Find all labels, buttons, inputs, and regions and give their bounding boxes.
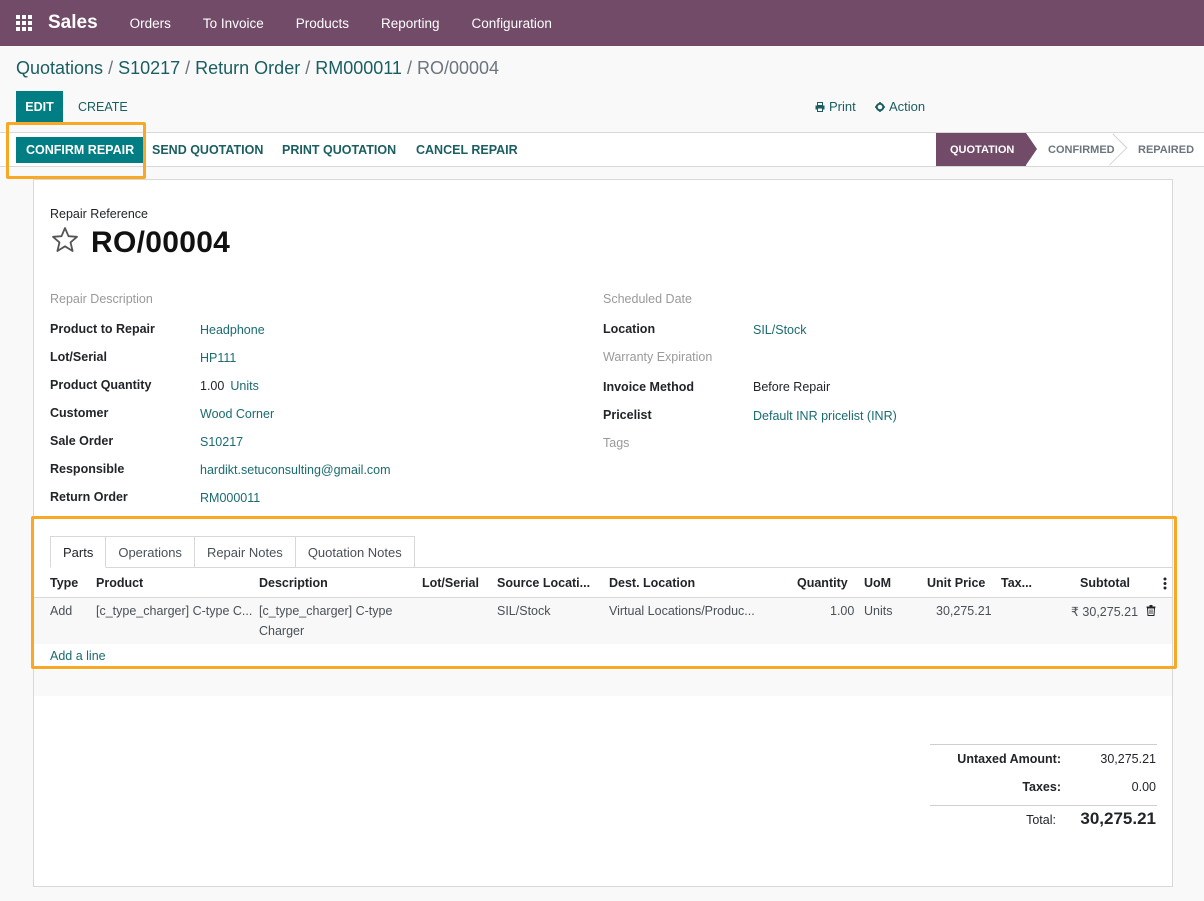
create-button[interactable]: CREATE [70, 91, 136, 122]
totals-divider-top [930, 744, 1157, 745]
apps-grid-icon[interactable] [0, 0, 48, 46]
printer-icon [815, 101, 825, 112]
stage-pipeline: QUOTATION CONFIRMED REPAIRED [936, 133, 1204, 166]
pricelist-label: Pricelist [603, 408, 652, 422]
menu-reporting[interactable]: Reporting [365, 16, 456, 31]
edit-button[interactable]: EDIT [16, 91, 63, 122]
app-name[interactable]: Sales [48, 12, 98, 34]
lot-serial-label: Lot/Serial [50, 350, 107, 364]
location-link[interactable]: SIL/Stock [753, 323, 807, 337]
status-bar: CONFIRM REPAIR SEND QUOTATION PRINT QUOT… [0, 132, 1204, 167]
product-quantity-value: 1.00 [200, 379, 225, 393]
highlight-box-parts [31, 516, 1177, 669]
total-value: 30,275.21 [1080, 809, 1156, 828]
product-to-repair-label: Product to Repair [50, 322, 155, 336]
breadcrumb-separator: / [185, 58, 191, 78]
menu-orders[interactable]: Orders [114, 16, 187, 31]
scheduled-date-label: Scheduled Date [603, 292, 692, 306]
sale-order-link[interactable]: S10217 [200, 435, 243, 449]
list-footer [34, 670, 1172, 696]
action-menu[interactable]: Action [875, 99, 925, 114]
highlight-box-confirm [6, 122, 146, 179]
breadcrumb-return-order[interactable]: Return Order [195, 58, 300, 79]
breadcrumb-separator: / [406, 58, 412, 78]
breadcrumb-current: RO/00004 [416, 58, 500, 78]
breadcrumb-quotations[interactable]: Quotations [16, 58, 103, 79]
location-label: Location [603, 322, 656, 336]
taxes-label: Taxes: [1022, 780, 1061, 794]
responsible-label: Responsible [50, 462, 125, 476]
gear-icon [875, 101, 885, 112]
breadcrumb-sale-order[interactable]: S10217 [118, 58, 180, 79]
untaxed-amount-value: 30,275.21 [1100, 752, 1156, 766]
breadcrumb: Quotations / S10217 / Return Order / RM0… [16, 58, 499, 79]
send-quotation-button[interactable]: SEND QUOTATION [152, 133, 263, 166]
print-menu[interactable]: Print [815, 99, 856, 114]
stage-quotation: QUOTATION [936, 133, 1037, 166]
customer-label: Customer [50, 406, 109, 420]
product-quantity-label: Product Quantity [50, 378, 152, 392]
repair-reference-title: RO/00004 [91, 226, 231, 259]
menu-configuration[interactable]: Configuration [456, 16, 568, 31]
cancel-repair-button[interactable]: CANCEL REPAIR [416, 133, 518, 166]
invoice-method-label: Invoice Method [603, 380, 694, 394]
sale-order-label: Sale Order [50, 434, 114, 448]
action-label: Action [889, 99, 926, 114]
print-label: Print [829, 99, 856, 114]
menu-products[interactable]: Products [280, 16, 365, 31]
warranty-expiration-label: Warranty Expiration [603, 350, 713, 364]
repair-description-label: Repair Description [50, 292, 153, 306]
tags-label: Tags [603, 436, 630, 450]
menu-to-invoice[interactable]: To Invoice [187, 16, 280, 31]
stage-confirmed: CONFIRMED [1026, 133, 1118, 166]
return-order-link[interactable]: RM000011 [200, 491, 260, 505]
repair-reference-label: Repair Reference [50, 207, 148, 221]
stage-repaired: REPAIRED [1138, 143, 1195, 156]
breadcrumb-rma[interactable]: RM000011 [315, 58, 402, 79]
pricelist-link[interactable]: Default INR pricelist (INR) [753, 409, 897, 423]
product-uom-link[interactable]: Units [230, 379, 258, 393]
invoice-method-value: Before Repair [753, 380, 831, 394]
totals-divider-bottom [930, 805, 1157, 806]
breadcrumb-separator: / [108, 58, 114, 78]
total-label: Total: [1026, 813, 1056, 827]
top-navbar: Sales Orders To Invoice Products Reporti… [0, 0, 1204, 46]
star-outline-icon[interactable] [50, 225, 80, 255]
return-order-label: Return Order [50, 490, 128, 504]
taxes-value: 0.00 [1131, 780, 1156, 794]
customer-link[interactable]: Wood Corner [200, 407, 274, 421]
breadcrumb-separator: / [305, 58, 311, 78]
product-to-repair-link[interactable]: Headphone [200, 323, 265, 337]
print-quotation-button[interactable]: PRINT QUOTATION [282, 133, 396, 166]
lot-serial-link[interactable]: HP111 [200, 351, 236, 365]
untaxed-amount-label: Untaxed Amount: [957, 752, 1061, 766]
responsible-link[interactable]: hardikt.setuconsulting@gmail.com [200, 463, 391, 477]
